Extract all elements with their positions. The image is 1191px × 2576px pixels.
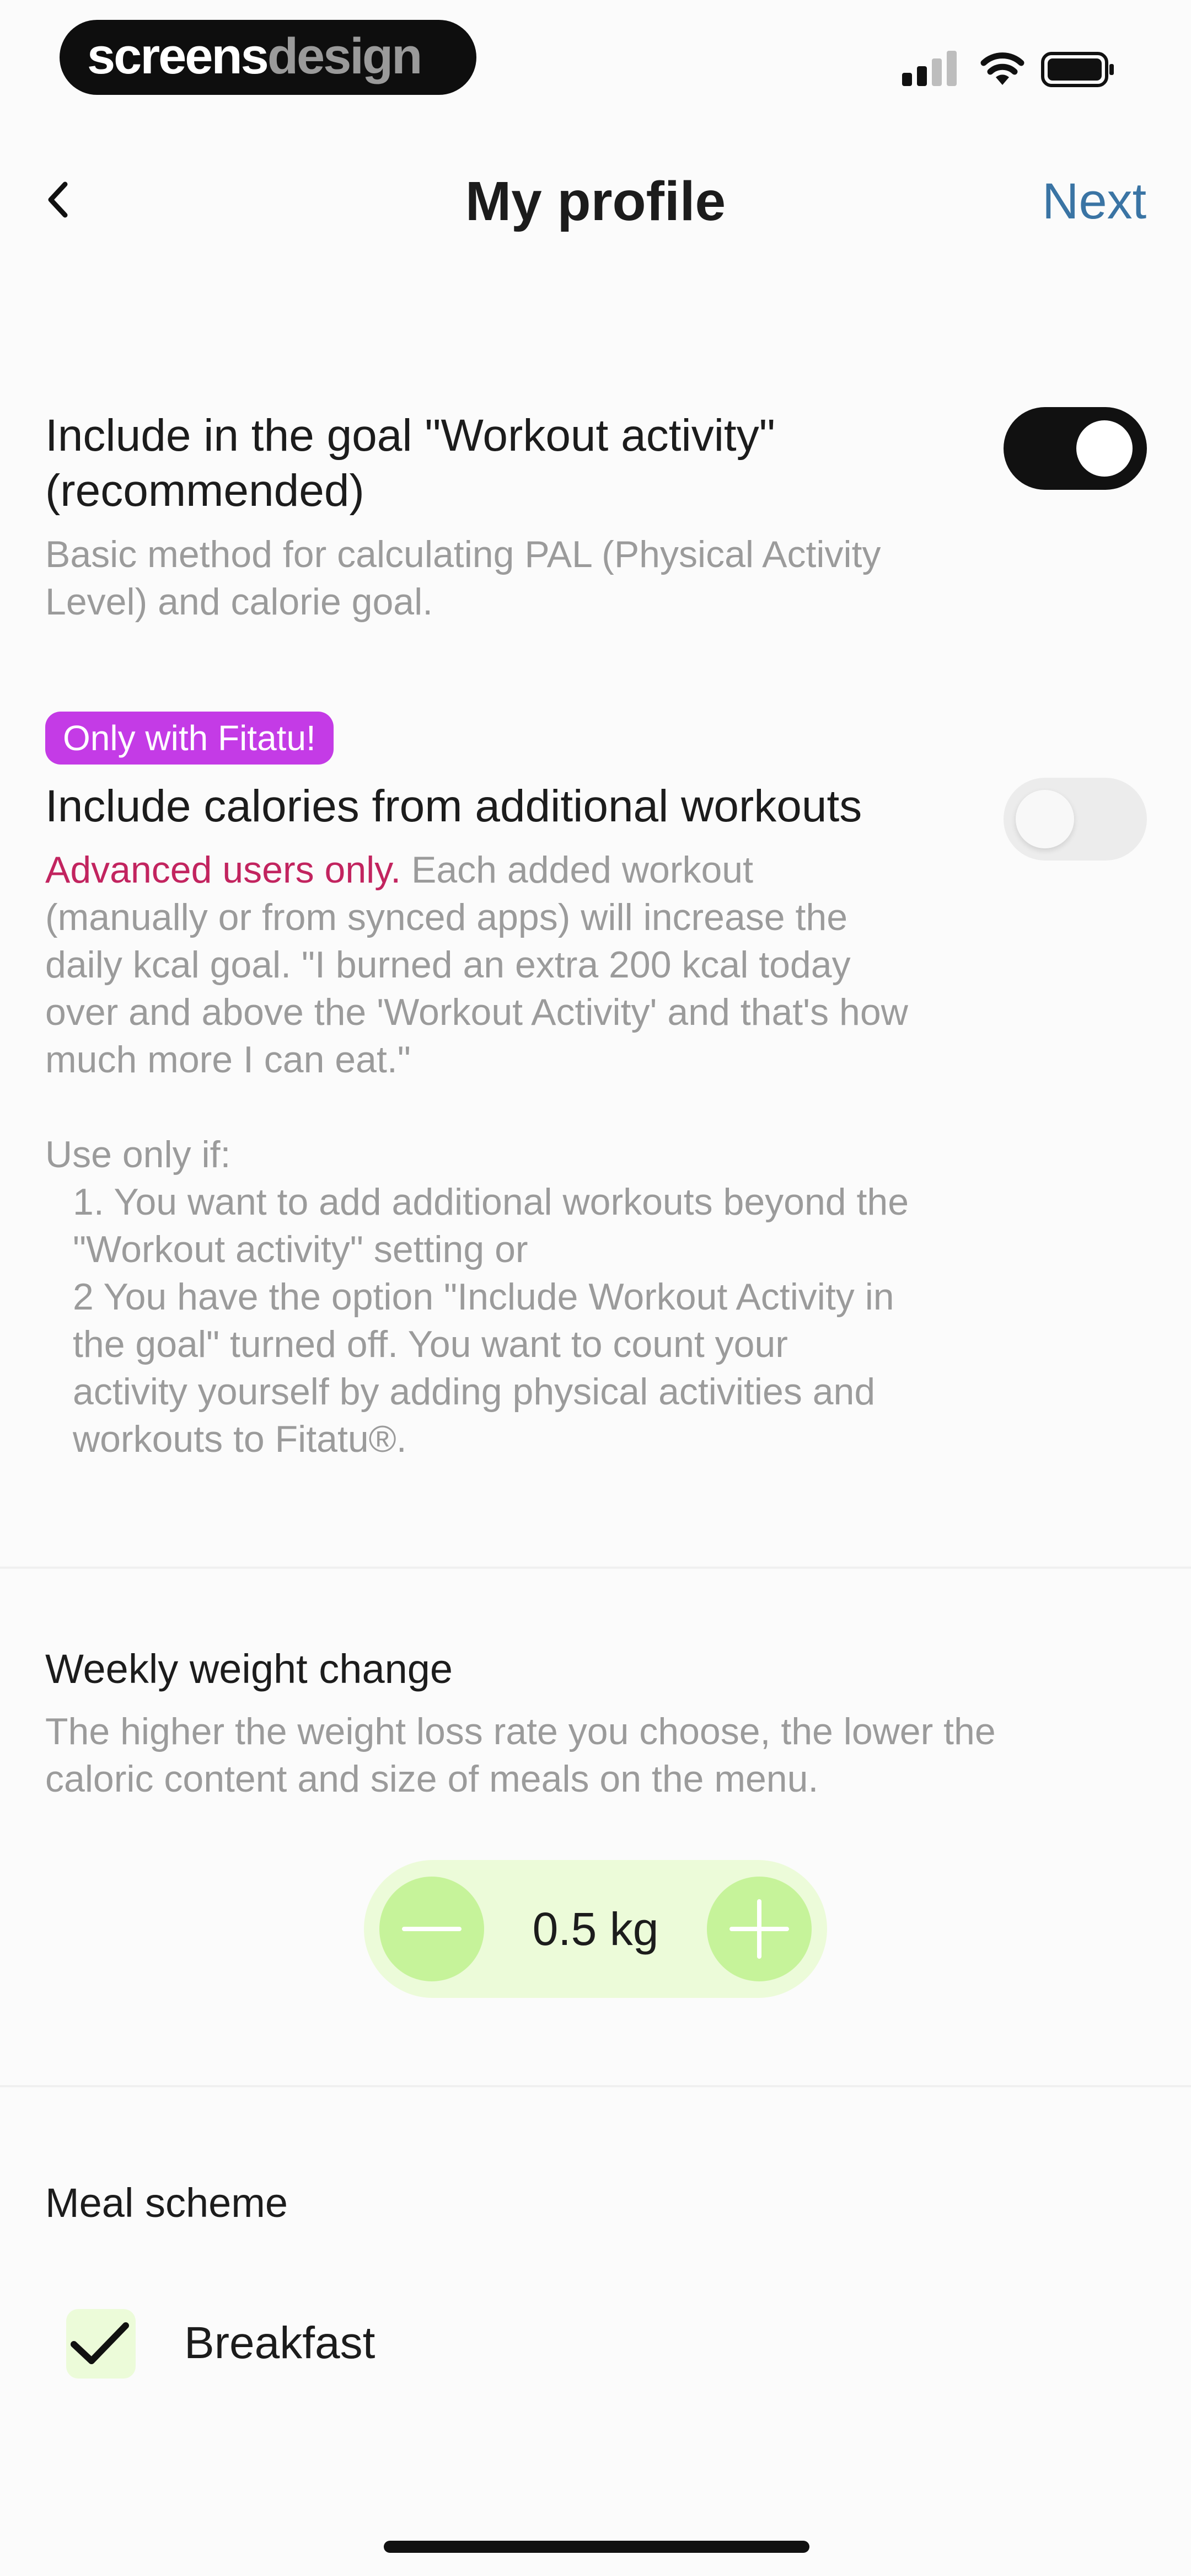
meal-item-label[interactable]: Breakfast xyxy=(184,2316,375,2371)
home-indicator[interactable] xyxy=(384,2541,809,2553)
condition-1-line2: "Workout activity" setting or xyxy=(73,1228,528,1270)
workout-activity-title-line2: (recommended) xyxy=(45,466,364,516)
workout-activity-title-line1: Include in the goal "Workout activity" xyxy=(45,410,775,461)
use-only-if-label: Use only if: xyxy=(45,1134,231,1175)
additional-workouts-desc-line4: over and above the 'Workout Activity' an… xyxy=(45,991,908,1033)
additional-workouts-desc-line5: much more I can eat." xyxy=(45,1039,411,1081)
next-button[interactable]: Next xyxy=(1042,168,1146,234)
increase-button[interactable] xyxy=(707,1877,812,1981)
meal-scheme-title: Meal scheme xyxy=(45,2180,288,2226)
workout-activity-toggle[interactable] xyxy=(1004,407,1147,490)
battery-icon xyxy=(1041,52,1114,87)
cellular-signal-icon xyxy=(902,51,957,86)
weight-change-stepper: 0.5 kg xyxy=(364,1860,827,1998)
toggle-knob xyxy=(1076,420,1133,477)
section-divider xyxy=(0,1567,1191,1569)
brand-watermark-text: screensdesign xyxy=(87,28,422,84)
weekly-weight-change-title: Weekly weight change xyxy=(45,1646,453,1692)
condition-2-line3: activity yourself by adding physical act… xyxy=(73,1371,876,1413)
workout-activity-desc-line2: Level) and calorie goal. xyxy=(45,581,433,623)
weekly-weight-change-desc-line1: The higher the weight loss rate you choo… xyxy=(45,1711,996,1752)
additional-workouts-desc-line3: daily kcal goal. "I burned an extra 200 … xyxy=(45,944,851,986)
condition-1-line1: 1. You want to add additional workouts b… xyxy=(73,1181,909,1223)
page-title: My profile xyxy=(465,170,726,232)
section-divider xyxy=(0,2085,1191,2087)
condition-2-line1: 2 You have the option "Include Workout A… xyxy=(73,1276,894,1318)
condition-2-line4: workouts to Fitatu®. xyxy=(73,1418,407,1460)
additional-workouts-desc-line1: Advanced users only. Each added workout xyxy=(45,849,753,891)
condition-2-line2: the goal" turned off. You want to count … xyxy=(73,1323,788,1365)
toggle-knob xyxy=(1016,790,1074,848)
breakfast-checkbox[interactable] xyxy=(66,2309,136,2379)
workout-activity-desc-line1: Basic method for calculating PAL (Physic… xyxy=(45,533,881,575)
additional-workouts-toggle[interactable] xyxy=(1004,778,1147,861)
wifi-icon xyxy=(980,52,1024,85)
fitatu-only-badge: Only with Fitatu! xyxy=(45,712,334,765)
additional-workouts-title: Include calories from additional workout… xyxy=(45,781,862,831)
advanced-users-warning: Advanced users only. xyxy=(45,849,401,891)
plus-icon xyxy=(729,1899,789,1959)
additional-workouts-desc-line2: (manually or from synced apps) will incr… xyxy=(45,896,848,938)
weekly-weight-change-desc-line2: caloric content and size of meals on the… xyxy=(45,1758,819,1800)
checkmark-icon xyxy=(71,2322,129,2364)
